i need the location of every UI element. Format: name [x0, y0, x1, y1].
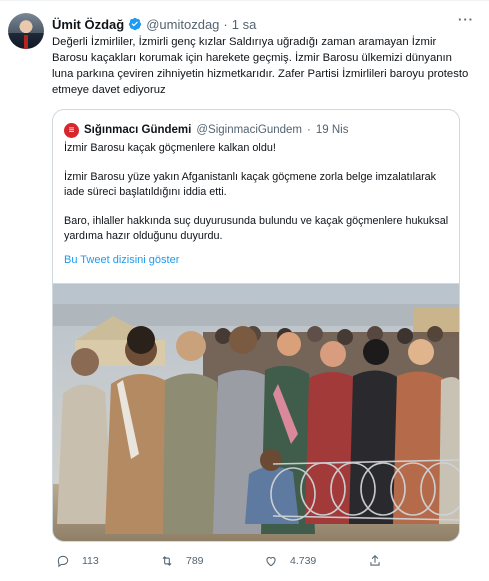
tweet-text: Değerli İzmirliler, İzmirli genç kızlar …: [52, 36, 469, 96]
reply-icon: [57, 555, 69, 568]
author-name[interactable]: Ümit Özdağ: [52, 17, 124, 32]
quoted-tweet-text: İzmir Barosu kaçak göçmenlere kalkan old…: [64, 141, 452, 258]
quote-author-name[interactable]: Sığınmacı Gündemi: [84, 124, 191, 136]
share-button[interactable]: [368, 554, 472, 568]
retweet-button[interactable]: 789: [160, 554, 264, 568]
tweet-header: Ümit Özdağ @umitozdag · 1 sa: [52, 15, 459, 33]
heart-icon: [266, 557, 276, 567]
retweet-count: 789: [186, 555, 204, 567]
quoted-tweet-header: ≡ Sığınmacı Gündemi @SiginmaciGundem · 1…: [64, 122, 348, 138]
quoted-tweet[interactable]: ≡ Sığınmacı Gündemi @SiginmaciGundem · 1…: [52, 109, 460, 542]
quote-paragraph: İzmir Barosu yüze yakın Afganistanlı kaç…: [64, 171, 437, 198]
like-button[interactable]: 4.739: [264, 554, 368, 568]
quote-author-handle[interactable]: @SiginmaciGundem: [196, 124, 302, 136]
tweet-timestamp[interactable]: 1 sa: [232, 17, 257, 32]
like-count: 4.739: [290, 555, 317, 567]
reply-button[interactable]: 113: [56, 554, 160, 568]
quote-paragraph: İzmir Barosu kaçak göçmenlere kalkan old…: [64, 142, 276, 154]
retweet-icon: [162, 556, 172, 566]
more-horizontal-icon[interactable]: ···: [457, 13, 475, 29]
quoted-tweet-photo[interactable]: [53, 283, 459, 541]
tweet-actions-bar: 113 789 4.739: [56, 552, 476, 570]
header-separator: ·: [223, 16, 228, 32]
quote-header-separator: ·: [307, 124, 311, 136]
verified-badge-icon: [129, 17, 142, 31]
share-icon: [370, 555, 380, 566]
show-thread-link[interactable]: Bu Tweet dizisini göster: [64, 254, 179, 266]
tweet-card[interactable]: Ümit Özdağ @umitozdag · 1 sa ··· Değerli…: [0, 0, 489, 581]
crowd-photo-illustration: [53, 284, 459, 541]
reply-count: 113: [82, 555, 99, 567]
author-avatar[interactable]: [8, 13, 44, 49]
author-handle[interactable]: @umitozdag: [146, 17, 219, 32]
quote-timestamp[interactable]: 19 Nis: [316, 124, 349, 136]
quote-paragraph: Baro, ihlaller hakkında suç duyurusunda …: [64, 215, 449, 242]
quote-author-logo-icon: ≡: [64, 122, 79, 138]
